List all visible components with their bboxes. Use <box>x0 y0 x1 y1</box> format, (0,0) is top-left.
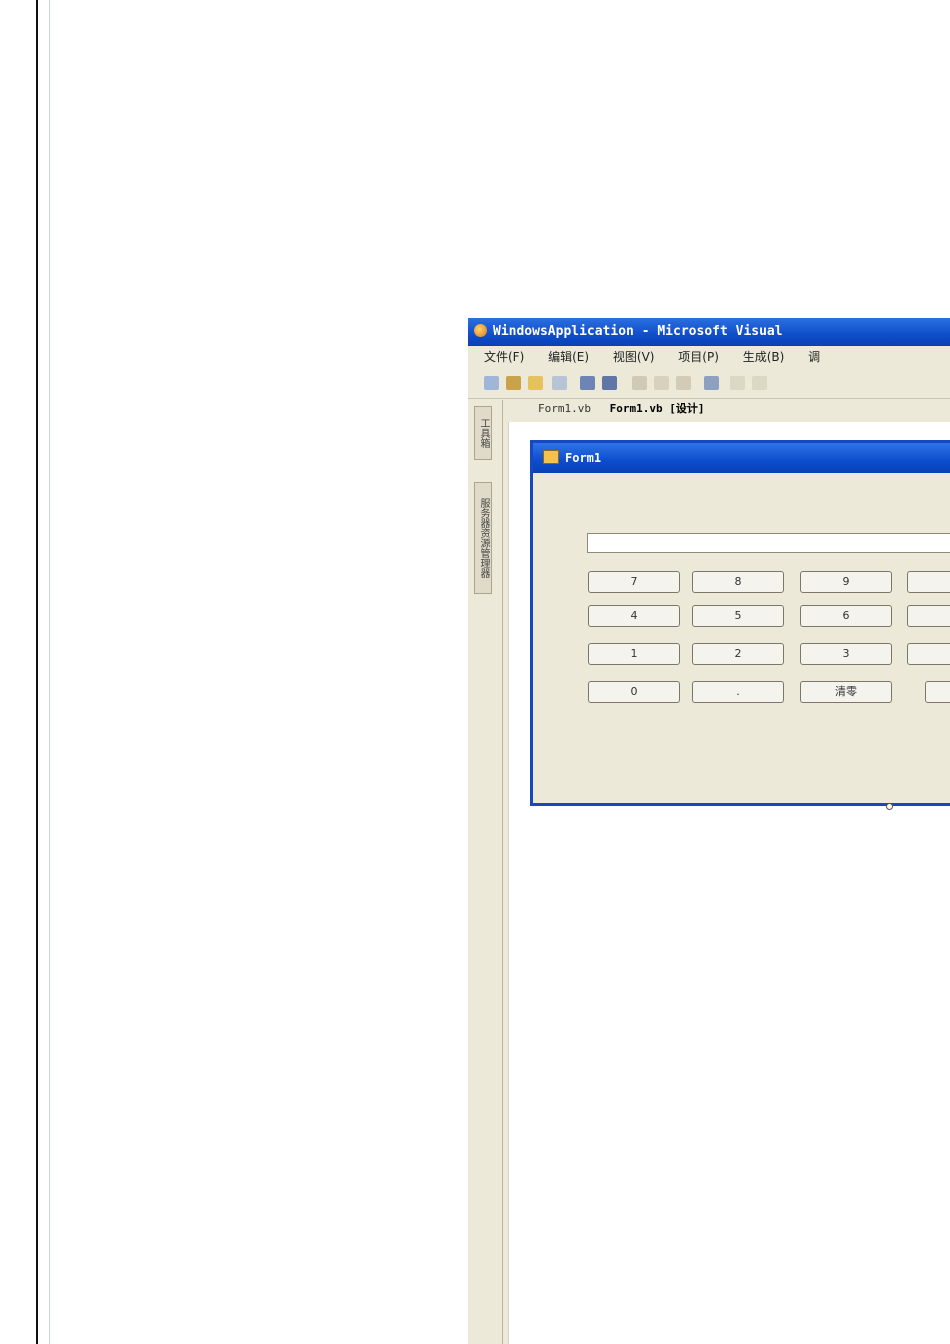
ide-title: WindowsApplication - Microsoft Visual <box>493 324 783 339</box>
designer-form[interactable]: Form1 7 8 9 4 5 6 1 2 3 0 . 清零 <box>530 440 950 806</box>
form-title: Form1 <box>565 451 602 465</box>
menu-project[interactable]: 项目(P) <box>678 346 719 368</box>
add-item-icon[interactable] <box>506 376 521 390</box>
new-project-icon[interactable] <box>484 376 499 390</box>
paste-icon[interactable] <box>676 376 691 390</box>
form-resize-handle[interactable] <box>886 803 893 810</box>
find-icon[interactable] <box>704 376 719 390</box>
menu-edit[interactable]: 编辑(E) <box>548 346 589 368</box>
ide-title-bar: WindowsApplication - Microsoft Visual <box>468 318 950 346</box>
key-2[interactable]: 2 <box>692 643 784 665</box>
key-4[interactable]: 4 <box>588 605 680 627</box>
key-op-3[interactable] <box>907 643 950 665</box>
document-tabs: Form1.vb Form1.vb [设计] <box>504 398 950 420</box>
key-8[interactable]: 8 <box>692 571 784 593</box>
tab-code[interactable]: Form1.vb <box>532 398 597 420</box>
form-title-bar: Form1 <box>533 443 950 473</box>
sidebar-tab-server-explorer[interactable]: 服务器资源管理器 <box>474 482 492 594</box>
calculator-display[interactable] <box>587 533 950 553</box>
key-clear[interactable]: 清零 <box>800 681 892 703</box>
open-file-icon[interactable] <box>552 376 567 390</box>
save-icon[interactable] <box>580 376 595 390</box>
key-6[interactable]: 6 <box>800 605 892 627</box>
key-op-1[interactable] <box>907 571 950 593</box>
menu-view[interactable]: 视图(V) <box>613 346 655 368</box>
save-all-icon[interactable] <box>602 376 617 390</box>
copy-icon[interactable] <box>654 376 669 390</box>
page-frame-inner <box>49 0 50 1344</box>
key-op-2[interactable] <box>907 605 950 627</box>
form-icon <box>543 450 559 464</box>
menu-bar: 文件(F) 编辑(E) 视图(V) 项目(P) 生成(B) 调 <box>468 346 950 368</box>
menu-file[interactable]: 文件(F) <box>484 346 524 368</box>
key-op-4[interactable] <box>925 681 950 703</box>
undo-icon[interactable] <box>730 376 745 390</box>
open-folder-icon[interactable] <box>528 376 543 390</box>
key-9[interactable]: 9 <box>800 571 892 593</box>
toolbar <box>468 368 950 399</box>
visual-studio-icon <box>474 324 487 337</box>
key-3[interactable]: 3 <box>800 643 892 665</box>
redo-icon[interactable] <box>752 376 767 390</box>
key-0[interactable]: 0 <box>588 681 680 703</box>
key-7[interactable]: 7 <box>588 571 680 593</box>
menu-build[interactable]: 生成(B) <box>743 346 785 368</box>
menu-debug[interactable]: 调 <box>808 346 820 368</box>
key-1[interactable]: 1 <box>588 643 680 665</box>
tool-sidebar: 工具箱 服务器资源管理器 <box>468 400 503 1344</box>
page-frame-left <box>36 0 38 1344</box>
sidebar-tab-toolbox[interactable]: 工具箱 <box>474 406 492 460</box>
key-decimal[interactable]: . <box>692 681 784 703</box>
tab-design[interactable]: Form1.vb [设计] <box>604 398 711 420</box>
cut-icon[interactable] <box>632 376 647 390</box>
key-5[interactable]: 5 <box>692 605 784 627</box>
